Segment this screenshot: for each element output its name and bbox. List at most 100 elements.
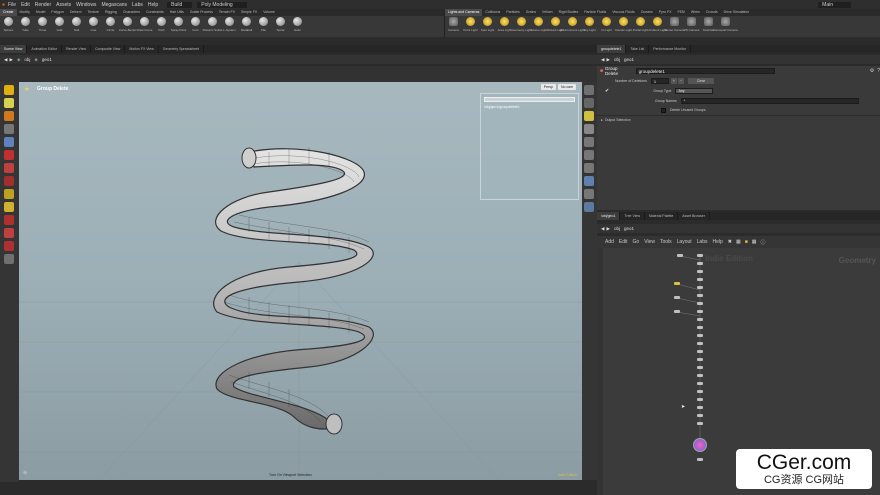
tool-geometry-light[interactable]: Geometry Light (511, 17, 532, 32)
net-menu-labs[interactable]: Labs (697, 239, 708, 245)
tool-null[interactable]: Null (68, 17, 85, 32)
node-ends[interactable] (697, 358, 703, 361)
node-blast[interactable] (674, 310, 680, 313)
tool-vr-camera[interactable]: VR Camera (683, 17, 700, 32)
tool-metaball[interactable]: Metaball (238, 17, 255, 32)
tool-file[interactable]: File (255, 17, 272, 32)
shelf-tab[interactable]: Create (0, 9, 17, 16)
menu-help[interactable]: Help (148, 2, 158, 8)
net-menu-help[interactable]: Help (713, 239, 723, 245)
menu-windows[interactable]: Windows (76, 2, 96, 8)
menu-megascans[interactable]: Megascans (101, 2, 127, 8)
tab-geometry-spreadsheet[interactable]: Geometry Spreadsheet (159, 45, 204, 53)
magnet-icon[interactable] (4, 228, 14, 238)
node-transform2[interactable] (697, 262, 703, 265)
tool-spiral[interactable]: Spiral (272, 17, 289, 32)
group-select-icon[interactable] (4, 241, 14, 251)
tool-portal-light[interactable]: Portal Light (632, 17, 649, 32)
tool-lsystem[interactable]: L-System (221, 17, 238, 32)
desktop-selector[interactable]: Build (167, 1, 193, 8)
net-menu-layout[interactable]: Layout (677, 239, 692, 245)
rotate-tool-icon[interactable] (4, 111, 14, 121)
move-tool-icon[interactable] (4, 98, 14, 108)
tool-spray-paint[interactable]: Spray Paint (170, 17, 187, 32)
tool-gi-light[interactable]: GI Light (598, 17, 615, 32)
shelf-tab[interactable]: Polygon (48, 9, 67, 16)
shelf-tab[interactable]: Volume (260, 9, 278, 16)
tool-torus[interactable]: Torus (34, 17, 51, 32)
user-selector[interactable]: Main (818, 1, 851, 8)
tool-tube[interactable]: Tube (17, 17, 34, 32)
tab-tree-view[interactable]: Tree View (620, 212, 645, 220)
shelf-tab[interactable]: Viscous Fluids (609, 9, 638, 16)
node-null-yellow[interactable] (674, 282, 680, 285)
shelf-tab[interactable]: Model (33, 9, 49, 16)
path-geo1[interactable]: geo1 (624, 57, 634, 62)
houdini-logo-icon[interactable]: ● (2, 2, 5, 8)
tab-composite-view[interactable]: Composite View (91, 45, 126, 53)
persp-button[interactable]: Persp (540, 84, 556, 90)
shelf-tab[interactable]: Grains (523, 9, 539, 16)
display-points-icon[interactable] (584, 150, 594, 160)
tool-helix[interactable]: Helix (289, 17, 306, 32)
tool-sphere[interactable]: Sphere (0, 17, 17, 32)
display-light-icon[interactable] (584, 111, 594, 121)
net-menu-edit[interactable]: Edit (619, 239, 628, 245)
shelf-tab[interactable]: Guide Process (187, 9, 216, 16)
shelf-tab[interactable]: Wires (688, 9, 703, 16)
back-arrow-icon[interactable]: ◀ (601, 57, 604, 63)
node-uvproject[interactable] (697, 406, 703, 409)
tab-performance-monitor[interactable]: Performance Monitor (649, 45, 691, 53)
tab-groupdelete1[interactable]: groupdelete1 (597, 45, 627, 53)
shelf-set-selector[interactable]: Poly Modeling (197, 1, 247, 8)
select-tool-icon[interactable] (4, 85, 14, 95)
node-mirror[interactable] (697, 374, 703, 377)
shelf-tab[interactable]: Crowds (703, 9, 721, 16)
tool-sky-light[interactable]: Sky Light (581, 17, 598, 32)
node-group[interactable] (697, 302, 703, 305)
node-sphere[interactable] (677, 254, 683, 257)
menu-edit[interactable]: Edit (21, 2, 30, 8)
tab-material-palette[interactable]: Material Palette (645, 212, 679, 220)
tool-gamepad-camera[interactable]: Gamepad Camera (713, 17, 738, 32)
tab-obj-geo1[interactable]: /obj/geo1 (597, 212, 621, 220)
display-bounds-icon[interactable] (584, 176, 594, 186)
shelf-tab[interactable]: Simple FX (238, 9, 260, 16)
output-selection-row[interactable]: ▸ Output Selection (597, 115, 880, 123)
path-geo1[interactable]: geo1 (624, 226, 634, 231)
node-polyextrude[interactable] (697, 294, 703, 297)
shelf-tab[interactable]: Particles (503, 9, 522, 16)
net-palette-icon[interactable]: ■ (745, 239, 748, 245)
connectivity-icon[interactable] (4, 254, 14, 264)
info-search-field[interactable] (484, 97, 575, 102)
scale-tool-icon[interactable] (4, 124, 14, 134)
net-menu-view[interactable]: View (644, 239, 655, 245)
remove-deletion-button[interactable]: − (677, 78, 684, 84)
view-tool-icon[interactable] (4, 163, 14, 173)
display-shading-icon[interactable] (584, 124, 594, 134)
clear-button[interactable]: Clear (687, 78, 714, 84)
display-grid-icon[interactable] (584, 189, 594, 199)
tab-animation-editor[interactable]: Animation Editor (27, 45, 63, 53)
node-polyframe[interactable] (697, 342, 703, 345)
tab-scene-view[interactable]: Scene View (0, 45, 28, 53)
shelf-tab[interactable]: Collisions (482, 9, 503, 16)
tool-caustic-light[interactable]: Caustic Light (615, 17, 632, 32)
node-peak[interactable] (697, 422, 703, 425)
tab-take-list[interactable]: Take List (626, 45, 650, 53)
shelf-tab[interactable]: Terrain FX (216, 9, 238, 16)
back-arrow-icon[interactable]: ◀ (4, 57, 7, 63)
node-fuse[interactable] (697, 310, 703, 313)
tool-circle[interactable]: Circle (102, 17, 119, 32)
node-boolean[interactable] (697, 382, 703, 385)
node-merge[interactable] (697, 278, 703, 281)
node-facet[interactable] (697, 398, 703, 401)
display-camera-icon[interactable] (584, 202, 594, 212)
tool-point-light[interactable]: Point Light (462, 17, 479, 32)
tab-render-view[interactable]: Render View (62, 45, 92, 53)
menu-labs[interactable]: Labs (132, 2, 143, 8)
net-menu-tools[interactable]: Tools (660, 239, 672, 245)
forward-arrow-icon[interactable]: ▶ (606, 226, 609, 232)
handle-tool-icon[interactable] (4, 137, 14, 147)
tool-curve-bezier[interactable]: Curve Bezier (119, 17, 136, 32)
